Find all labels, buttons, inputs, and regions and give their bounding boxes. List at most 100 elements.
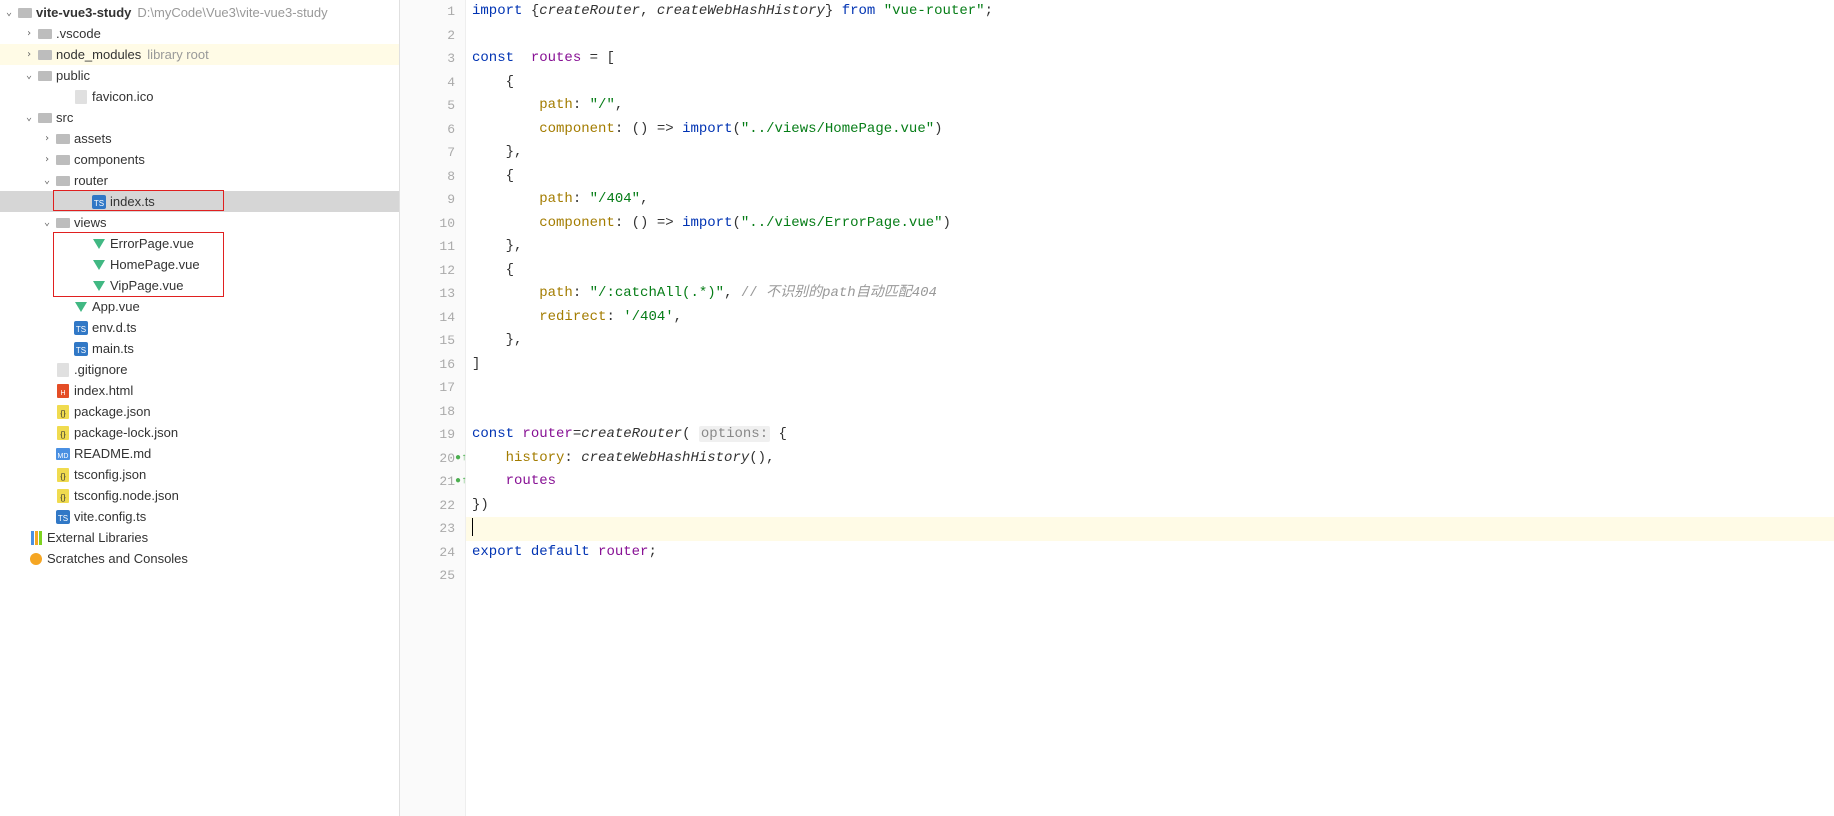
file-icon [54,363,72,377]
tree-item-label: .vscode [56,26,101,41]
chevron-right-icon[interactable]: › [40,133,54,144]
tree-item-vippagevue[interactable]: VipPage.vue [0,275,399,296]
tree-item-label: vite.config.ts [74,509,146,524]
json-icon: {} [54,426,72,440]
line-number: 24 [400,541,465,565]
code-line[interactable]: routes [466,470,1834,494]
tree-item-scratchesandconsoles[interactable]: Scratches and Consoles [0,548,399,569]
tree-item-faviconico[interactable]: favicon.ico [0,86,399,107]
tree-item-packagelockjson[interactable]: {}package-lock.json [0,422,399,443]
code-line[interactable]: redirect: '/404', [466,306,1834,330]
tree-item-appvue[interactable]: App.vue [0,296,399,317]
code-line[interactable] [466,517,1834,541]
code-line[interactable]: { [466,259,1834,283]
tree-item-indexts[interactable]: TSindex.ts [0,191,399,212]
code-line[interactable]: { [466,71,1834,95]
code-line[interactable]: }, [466,235,1834,259]
ts-icon: TS [72,342,90,356]
tree-item-envdts[interactable]: TSenv.d.ts [0,317,399,338]
tree-item-label: tsconfig.json [74,467,146,482]
tree-item-public[interactable]: ⌄public [0,65,399,86]
code-line[interactable] [466,24,1834,48]
chevron-right-icon[interactable]: › [22,28,36,39]
tree-item-label: node_moduleslibrary root [56,47,209,62]
code-line[interactable] [466,564,1834,588]
tree-item-packagejson[interactable]: {} package.json [0,401,399,422]
tree-item-homepagevue[interactable]: HomePage.vue [0,254,399,275]
tree-item-externallibraries[interactable]: External Libraries [0,527,399,548]
code-line[interactable]: export default router; [466,541,1834,565]
line-number: 12 [400,259,465,283]
tree-item-label: package.json [74,404,151,419]
code-line[interactable]: path: "/404", [466,188,1834,212]
ts-icon: TS [72,321,90,335]
tree-item-src[interactable]: ⌄ src [0,107,399,128]
tree-item-label: VipPage.vue [110,278,184,293]
tree-item-views[interactable]: ⌄views [0,212,399,233]
svg-text:{}: {} [60,430,66,439]
tree-item-router[interactable]: ⌄router [0,170,399,191]
line-number: 14 [400,306,465,330]
tree-item-viteconfigts[interactable]: TSvite.config.ts [0,506,399,527]
change-marker-icon: ●↑ [455,476,467,487]
code-line[interactable] [466,400,1834,424]
code-line[interactable]: }) [466,494,1834,518]
code-line[interactable]: const router=createRouter( options: { [466,423,1834,447]
tree-item-label: main.ts [92,341,134,356]
code-line[interactable]: component: () => import("../views/HomePa… [466,118,1834,142]
gutter: 1234567891011121314151617181920●↑21●↑222… [400,0,466,816]
tree-item-label: favicon.ico [92,89,153,104]
lib-icon [27,531,45,545]
code-line[interactable]: history: createWebHashHistory(), [466,447,1834,471]
code-editor[interactable]: 1234567891011121314151617181920●↑21●↑222… [400,0,1834,816]
code-line[interactable] [466,376,1834,400]
line-number: 21●↑ [400,470,465,494]
tree-item-nodemodules[interactable]: › node_moduleslibrary root [0,44,399,65]
ts-icon: TS [90,195,108,209]
tree-item-components[interactable]: ›components [0,149,399,170]
chevron-right-icon[interactable]: › [40,154,54,165]
tree-root-label: vite-vue3-studyD:\myCode\Vue3\vite-vue3-… [36,5,328,20]
code-line[interactable]: component: () => import("../views/ErrorP… [466,212,1834,236]
svg-text:{}: {} [60,409,66,418]
tree-item-errorpagevue[interactable]: ErrorPage.vue [0,233,399,254]
folder-icon [36,70,54,82]
tree-item-readmemd[interactable]: MDREADME.md [0,443,399,464]
tree-item-label: .gitignore [74,362,127,377]
code-line[interactable]: const routes = [ [466,47,1834,71]
code-area[interactable]: import {createRouter, createWebHashHisto… [466,0,1834,816]
tree-item-label: HomePage.vue [110,257,200,272]
chevron-right-icon[interactable]: › [22,49,36,60]
code-line[interactable]: ] [466,353,1834,377]
tree-item-label: assets [74,131,112,146]
tree-item-vscode[interactable]: › .vscode [0,23,399,44]
code-line[interactable]: }, [466,141,1834,165]
tree-root[interactable]: ⌄ vite-vue3-studyD:\myCode\Vue3\vite-vue… [0,2,399,23]
code-line[interactable]: import {createRouter, createWebHashHisto… [466,0,1834,24]
code-line[interactable]: path: "/:catchAll(.*)", // 不识别的path自动匹配4… [466,282,1834,306]
chevron-down-icon[interactable]: ⌄ [22,70,36,81]
tree-item-label: src [56,110,73,125]
file-tree[interactable]: ⌄ vite-vue3-studyD:\myCode\Vue3\vite-vue… [0,0,400,816]
html-icon: H [54,384,72,398]
code-line[interactable]: }, [466,329,1834,353]
tree-item-assets[interactable]: › assets [0,128,399,149]
tree-item-gitignore[interactable]: .gitignore [0,359,399,380]
tree-item-tsconfignodejson[interactable]: {}tsconfig.node.json [0,485,399,506]
scratch-icon [27,552,45,566]
line-number: 3 [400,47,465,71]
chevron-down-icon[interactable]: ⌄ [40,175,54,186]
tree-item-label: Scratches and Consoles [47,551,188,566]
line-number: 23 [400,517,465,541]
chevron-down-icon[interactable]: ⌄ [2,7,16,18]
chevron-down-icon[interactable]: ⌄ [22,112,36,123]
tree-item-indexhtml[interactable]: Hindex.html [0,380,399,401]
code-line[interactable]: path: "/", [466,94,1834,118]
code-line[interactable]: { [466,165,1834,189]
line-number: 22 [400,494,465,518]
chevron-down-icon[interactable]: ⌄ [40,217,54,228]
tree-item-tsconfigjson[interactable]: {}tsconfig.json [0,464,399,485]
tree-item-maints[interactable]: TSmain.ts [0,338,399,359]
line-number: 7 [400,141,465,165]
vue-icon [72,300,90,314]
